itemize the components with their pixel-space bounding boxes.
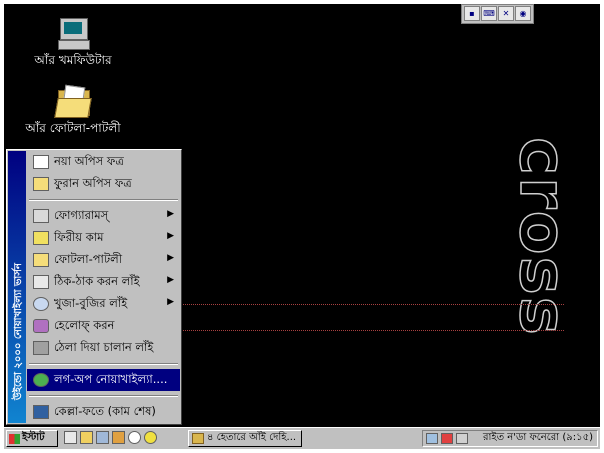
menu-item-label: ফোটলা-পাটলী <box>54 251 122 266</box>
log-off-icon <box>33 373 49 387</box>
start-button-label: ইস্টাট <box>22 432 45 443</box>
taskbar-task-button[interactable]: ৪ হেতারে আঁই দেহি... <box>188 430 302 447</box>
task-label: ৪ হেতারে আঁই দেহি... <box>207 432 297 443</box>
submenu-arrow-icon: ▶ <box>167 275 174 285</box>
menu-item-label: কেল্লা-ফতে (কাম শেষ) <box>54 403 156 418</box>
computer-icon <box>56 18 90 50</box>
menu-item-label: ঠেলা দিয়া চালান লাঁই <box>54 339 154 354</box>
settings-icon <box>33 275 49 289</box>
search-icon <box>33 297 49 311</box>
top-tray: ▪ ⌨ ✕ ◉ <box>461 4 534 24</box>
menu-item-new-document[interactable]: নয়া অপিস ফত্র <box>27 151 180 173</box>
start-button[interactable]: ইস্টাট <box>6 430 58 447</box>
programs-icon <box>33 209 49 223</box>
system-tray: রাইত ন'ডা ফনেরো (৯:১৫) <box>422 430 598 447</box>
desktop-icon-my-documents[interactable]: আঁর ফোটলা-পাটলী <box>23 84 123 140</box>
keyboard-icon[interactable]: ⌨ <box>481 6 497 21</box>
desktop: ▪ ⌨ ✕ ◉ আঁর খমফিউটার আঁর ফোটলা-পাটলী cro… <box>4 4 600 449</box>
menu-item-label: নয়া অপিস ফত্র <box>54 153 124 168</box>
start-menu: উইন্ডো ২০০০ নোয়াখাইল্যা ভার্সন নয়া অপি… <box>6 149 182 425</box>
open-folder-icon <box>33 177 49 191</box>
new-document-icon <box>33 155 49 169</box>
help-icon <box>33 319 49 333</box>
submenu-arrow-icon: ▶ <box>167 231 174 241</box>
menu-item-log-off[interactable]: লগ-অপ নোয়াখাইল্যা.... <box>27 369 180 391</box>
network-tray-icon[interactable] <box>426 433 438 444</box>
menu-separator <box>29 199 178 201</box>
submenu-arrow-icon: ▶ <box>167 253 174 263</box>
menu-item-documents[interactable]: ফোটলা-পাটলী ▶ <box>27 249 180 271</box>
menu-item-help[interactable]: হেলোফ্ করন <box>27 315 180 337</box>
desktop-icon-label: আঁর ফোটলা-পাটলী <box>25 121 121 135</box>
menu-item-label: ফোগ্যারামস্ <box>54 207 109 222</box>
window-icon[interactable] <box>96 431 109 444</box>
clock[interactable]: রাইত ন'ডা ফনেরো (৯:১৫) <box>483 430 593 447</box>
favorites-icon <box>33 231 49 245</box>
pen-icon[interactable] <box>80 431 93 444</box>
quick-launch <box>64 431 157 444</box>
brand-watermark: cross <box>504 92 580 382</box>
menu-item-settings[interactable]: ঠিক-ঠাক করন লাঁই ▶ <box>27 271 180 293</box>
menu-item-label: খুজা-বুজির লাঁই <box>54 295 128 310</box>
flag-tray-icon[interactable] <box>441 433 453 444</box>
desktop-icon-label: আঁর খমফিউটার <box>34 53 112 67</box>
menu-item-label: ঠিক-ঠাক করন লাঁই <box>54 273 140 288</box>
menu-item-label: লগ-অপ নোয়াখাইল্যা.... <box>54 371 168 386</box>
menu-item-favorites[interactable]: ফিরীয় কাম ▶ <box>27 227 180 249</box>
menu-item-open-document[interactable]: ফুরান অপিস ফত্র <box>27 173 180 195</box>
radiation-icon[interactable] <box>144 431 157 444</box>
start-menu-banner: উইন্ডো ২০০০ নোয়াখাইল্যা ভার্সন <box>8 151 26 423</box>
menu-item-label: ফিরীয় কাম <box>54 229 104 244</box>
help-circle-icon[interactable] <box>128 431 141 444</box>
submenu-arrow-icon: ▶ <box>167 297 174 307</box>
network-icon[interactable]: ◉ <box>515 6 531 21</box>
tools-icon[interactable]: ✕ <box>498 6 514 21</box>
menu-item-search[interactable]: খুজা-বুজির লাঁই ▶ <box>27 293 180 315</box>
menu-item-programs[interactable]: ফোগ্যারামস্ ▶ <box>27 205 180 227</box>
menu-separator <box>29 363 178 365</box>
decorative-line <box>180 304 564 305</box>
task-icon <box>192 433 204 444</box>
taskbar: ইস্টাট ৪ হেতারে আঁই দেহি... রাইত ন'ডা ফন… <box>4 427 600 449</box>
decorative-line <box>180 330 564 331</box>
menu-item-shut-down[interactable]: কেল্লা-ফতে (কাম শেষ) <box>27 401 180 423</box>
volume-icon[interactable] <box>456 433 468 444</box>
brand-text: cross <box>504 136 580 337</box>
shut-down-icon <box>33 405 49 419</box>
windows-logo-icon <box>9 433 20 444</box>
start-menu-banner-text: উইন্ডো ২০০০ নোয়াখাইল্যা ভার্সন <box>13 263 24 400</box>
submenu-arrow-icon: ▶ <box>167 209 174 219</box>
menu-item-label: হেলোফ্ করন <box>54 317 115 332</box>
documents-folder-icon <box>33 253 49 267</box>
menu-item-label: ফুরান অপিস ফত্র <box>54 175 132 190</box>
grid-icon[interactable] <box>112 431 125 444</box>
desktop-icon[interactable] <box>64 431 77 444</box>
menu-item-run[interactable]: ঠেলা দিয়া চালান লাঁই <box>27 337 180 359</box>
desktop-icon-my-computer[interactable]: আঁর খমফিউটার <box>23 18 123 72</box>
menu-separator <box>29 395 178 397</box>
flag-icon[interactable]: ▪ <box>464 6 480 21</box>
folder-icon <box>54 84 92 118</box>
run-icon <box>33 341 49 355</box>
